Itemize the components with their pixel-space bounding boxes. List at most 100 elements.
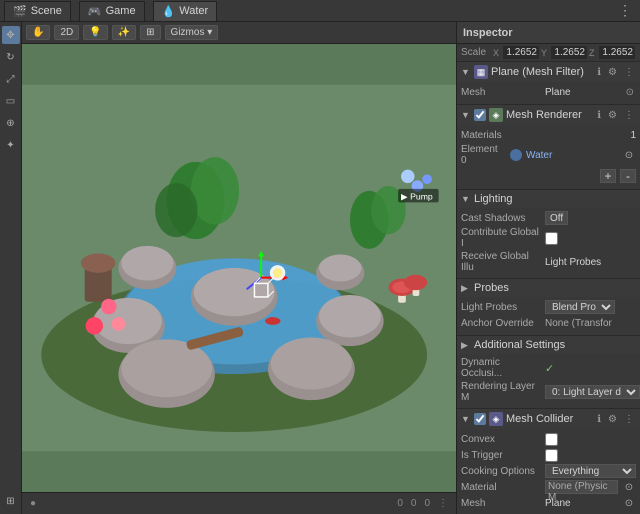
rendering-layer-label: Rendering Layer M bbox=[461, 381, 541, 403]
sidebar-rect-tool[interactable]: ▭ bbox=[2, 92, 20, 110]
light-probes-label: Light Probes bbox=[461, 302, 541, 313]
scene-2d-button[interactable]: 2D bbox=[54, 25, 79, 40]
top-bar: 🎬 Scene 🎮 Game 💧 Water ⋮ bbox=[0, 0, 640, 22]
scene-toolbar: ✋ 2D 💡 ✨ ⊞ Gizmos ▾ bbox=[22, 22, 456, 44]
scene-gizmos-button[interactable]: Gizmos ▾ bbox=[165, 25, 219, 40]
probes-title: Probes bbox=[474, 282, 636, 294]
scale-x-input[interactable] bbox=[503, 46, 539, 59]
game-tab-label: Game bbox=[106, 5, 136, 17]
water-tab-icon: 💧 bbox=[162, 5, 176, 18]
scale-y-input[interactable] bbox=[551, 46, 587, 59]
scene-panel: ✋ 2D 💡 ✨ ⊞ Gizmos ▾ bbox=[22, 22, 456, 514]
mesh-renderer-settings-btn[interactable]: ⚙ bbox=[606, 110, 619, 121]
rendering-layer-dropdown[interactable]: 0: Light Layer d bbox=[545, 385, 640, 399]
convex-checkbox[interactable] bbox=[545, 433, 558, 446]
element-select-button[interactable]: ⊙ bbox=[622, 148, 636, 162]
tab-game[interactable]: 🎮 Game bbox=[79, 1, 145, 21]
cast-shadows-value[interactable]: Off bbox=[545, 211, 568, 225]
materials-row: Materials 1 bbox=[461, 127, 636, 143]
scene-grid-button[interactable]: ⊞ bbox=[140, 25, 160, 40]
lighting-header[interactable]: ▼ Lighting bbox=[457, 190, 640, 208]
collider-material-row: Material None (Physic M ⊙ bbox=[461, 479, 636, 495]
scale-z-axis: Z bbox=[589, 48, 597, 58]
collider-material-value: None (Physic M bbox=[545, 480, 618, 494]
mesh-collider-menu-btn[interactable]: ⋮ bbox=[622, 414, 636, 425]
additional-settings-title: Additional Settings bbox=[474, 339, 636, 351]
tab-scene[interactable]: 🎬 Scene bbox=[4, 1, 71, 21]
collider-mesh-value: Plane bbox=[545, 498, 618, 509]
probes-header[interactable]: ▶ Probes bbox=[457, 279, 640, 297]
light-probes-dropdown[interactable]: Blend Probes bbox=[545, 300, 615, 314]
inspector-body[interactable]: Scale X Y Z ▼ ▦ Plane (Mesh Filter) ℹ ⚙ … bbox=[457, 44, 640, 514]
lighting-arrow: ▼ bbox=[461, 194, 471, 204]
mesh-collider-header[interactable]: ▼ ◈ Mesh Collider ℹ ⚙ ⋮ bbox=[457, 409, 640, 429]
mesh-filter-section: ▼ ▦ Plane (Mesh Filter) ℹ ⚙ ⋮ Mesh Plane… bbox=[457, 62, 640, 105]
receive-gi-value: Light Probes bbox=[545, 257, 636, 268]
scene-stat-1: 0 bbox=[411, 498, 417, 509]
sidebar-rotate-tool[interactable]: ↻ bbox=[2, 48, 20, 66]
materials-label: Materials bbox=[461, 130, 541, 141]
mesh-filter-info-btn[interactable]: ℹ bbox=[595, 67, 603, 78]
scene-tab-icon: 🎬 bbox=[13, 5, 27, 18]
mesh-renderer-actions: ℹ ⚙ ⋮ bbox=[595, 110, 636, 121]
mesh-collider-settings-btn[interactable]: ⚙ bbox=[606, 414, 619, 425]
rendering-layer-row: Rendering Layer M 0: Light Layer d bbox=[461, 380, 636, 404]
collider-mesh-select-btn[interactable]: ⊙ bbox=[622, 496, 636, 510]
top-bar-menu-button[interactable]: ⋮ bbox=[614, 0, 636, 21]
materials-count: 1 bbox=[630, 130, 636, 141]
scene-hand-button[interactable]: ✋ bbox=[26, 25, 50, 40]
sidebar-view-options[interactable]: ⊞ bbox=[2, 492, 20, 510]
mesh-collider-checkbox[interactable] bbox=[474, 413, 486, 425]
svg-text:▶ Pump: ▶ Pump bbox=[401, 192, 433, 202]
remove-material-button[interactable]: - bbox=[620, 169, 636, 183]
element-0-name: Water bbox=[526, 150, 618, 161]
mesh-filter-icon: ▦ bbox=[474, 65, 488, 79]
mesh-collider-section: ▼ ◈ Mesh Collider ℹ ⚙ ⋮ Convex bbox=[457, 409, 640, 514]
collider-material-select-btn[interactable]: ⊙ bbox=[622, 480, 636, 494]
mesh-renderer-checkbox[interactable] bbox=[474, 109, 486, 121]
collider-material-label: Material bbox=[461, 482, 541, 493]
receive-gi-label: Receive Global Illu bbox=[461, 251, 541, 273]
mesh-collider-body: Convex Is Trigger Cooking Options Everyt… bbox=[457, 429, 640, 514]
additional-settings-header[interactable]: ▶ Additional Settings bbox=[457, 336, 640, 354]
mesh-renderer-header[interactable]: ▼ ◈ Mesh Renderer ℹ ⚙ ⋮ bbox=[457, 105, 640, 125]
mesh-filter-menu-btn[interactable]: ⋮ bbox=[622, 67, 636, 78]
dynamic-occlusion-label: Dynamic Occlusi... bbox=[461, 357, 541, 379]
probes-arrow: ▶ bbox=[461, 283, 471, 294]
contribute-gi-checkbox[interactable] bbox=[545, 232, 558, 245]
scale-x-axis: X bbox=[493, 48, 501, 58]
is-trigger-label: Is Trigger bbox=[461, 450, 541, 461]
mesh-collider-info-btn[interactable]: ℹ bbox=[595, 414, 603, 425]
mesh-collider-title: Mesh Collider bbox=[506, 413, 592, 425]
cooking-options-dropdown[interactable]: Everything bbox=[545, 464, 636, 478]
scene-more-button[interactable]: ⋮ bbox=[438, 498, 448, 509]
scene-fx-button[interactable]: ✨ bbox=[112, 25, 136, 40]
mesh-filter-mesh-row: Mesh Plane ⊙ bbox=[461, 84, 636, 100]
mesh-renderer-title: Mesh Renderer bbox=[506, 109, 592, 121]
sidebar-custom-tool[interactable]: ✦ bbox=[2, 136, 20, 154]
mesh-renderer-section: ▼ ◈ Mesh Renderer ℹ ⚙ ⋮ Materials 1 bbox=[457, 105, 640, 190]
mesh-renderer-info-btn[interactable]: ℹ bbox=[595, 110, 603, 121]
mesh-filter-target-btn[interactable]: ⊙ bbox=[624, 87, 636, 98]
mesh-filter-actions: ℹ ⚙ ⋮ bbox=[595, 67, 636, 78]
scale-z-input[interactable] bbox=[599, 46, 635, 59]
sidebar-transform-tool[interactable]: ⊕ bbox=[2, 114, 20, 132]
mesh-renderer-body: Materials 1 Element 0 Water ⊙ + - bbox=[457, 125, 640, 189]
is-trigger-checkbox[interactable] bbox=[545, 449, 558, 462]
top-bar-right: ⋮ bbox=[614, 0, 636, 21]
sidebar-move-tool[interactable]: ✥ bbox=[2, 26, 20, 44]
scene-lights-button[interactable]: 💡 bbox=[83, 25, 107, 40]
inspector-panel: Inspector Scale X Y Z ▼ ▦ Plane (Mesh Fi… bbox=[456, 22, 640, 514]
mesh-renderer-menu-btn[interactable]: ⋮ bbox=[622, 110, 636, 121]
tab-water[interactable]: 💧 Water bbox=[153, 1, 218, 21]
mesh-filter-header[interactable]: ▼ ▦ Plane (Mesh Filter) ℹ ⚙ ⋮ bbox=[457, 62, 640, 82]
add-remove-row: + - bbox=[461, 167, 636, 185]
scene-stat-2: 0 bbox=[424, 498, 430, 509]
sidebar-scale-tool[interactable]: ⤢ bbox=[2, 70, 20, 88]
game-tab-icon: 🎮 bbox=[88, 5, 102, 18]
mesh-collider-icon: ◈ bbox=[489, 412, 503, 426]
add-material-button[interactable]: + bbox=[600, 169, 616, 183]
scene-viewport[interactable]: ▶ Pump bbox=[22, 44, 456, 492]
mesh-filter-settings-btn[interactable]: ⚙ bbox=[606, 67, 619, 78]
cooking-options-row: Cooking Options Everything bbox=[461, 463, 636, 479]
